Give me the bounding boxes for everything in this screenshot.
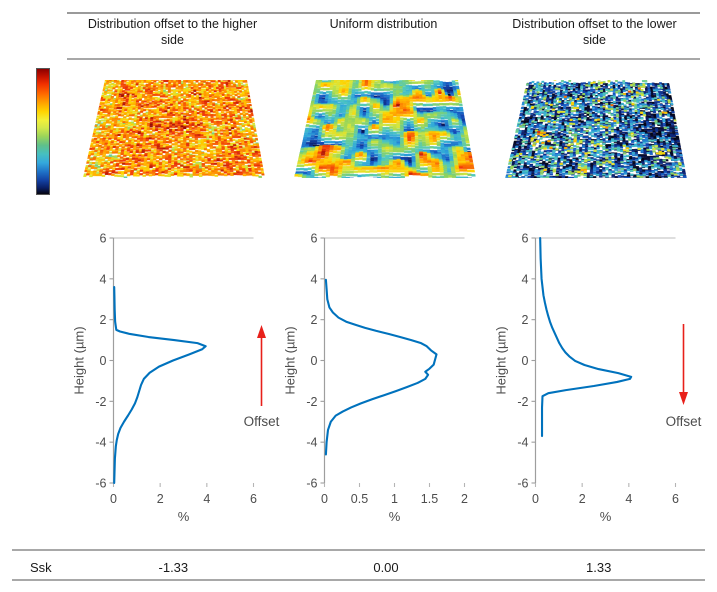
surface-cell-uniform xyxy=(278,62,489,202)
column-header-uniform-label: Uniform distribution xyxy=(329,17,438,31)
surface-plot-row xyxy=(67,62,700,202)
column-header-higher-label: Distribution offset to the higher side xyxy=(87,17,258,47)
figure-root: Distribution offset to the higher side U… xyxy=(0,0,717,592)
surface-uniform xyxy=(293,80,476,178)
ssk-row: Ssk -1.33 0.00 1.33 xyxy=(12,552,705,582)
chart-height-distribution-lower: -6-4-202460 2 4 6%Height (µm)Offset xyxy=(493,232,701,525)
surface-cell-higher xyxy=(67,62,278,202)
footer-bottom-rule xyxy=(12,579,705,581)
footer-top-rule xyxy=(12,549,705,551)
chart-cell-lower: -6 -4 -2 0 2 4 6 0 2 4 6% Height (µm) Offset xyxy=(489,228,701,528)
chart-height-distribution-higher: -6-4-202460 2 4 6%Height (µm)Offset xyxy=(71,232,279,525)
surface-higher-side xyxy=(82,80,265,178)
ssk-value-cells: -1.33 0.00 1.33 xyxy=(67,560,705,575)
chart-cell-uniform: -6 -4 -2 0 2 4 6 0 0.5 1 1.5 2% Height (µm) xyxy=(278,228,489,528)
ssk-value-higher: -1.33 xyxy=(158,559,189,575)
chart-row: -6 -4 -2 0 2 4 6 0 2 4 6% Height (µm) Offset -6 -4 -2 0… xyxy=(67,228,701,528)
chart-cell-higher: -6 -4 -2 0 2 4 6 0 2 4 6% Height (µm) Offset xyxy=(67,228,279,528)
ssk-value-uniform: 0.00 xyxy=(373,559,399,575)
surface-lower-side xyxy=(504,80,687,178)
column-header-lower: Distribution offset to the lower side xyxy=(489,14,700,58)
height-colorbar xyxy=(36,68,50,195)
column-header-row: Distribution offset to the higher side U… xyxy=(67,14,700,58)
column-header-lower-label: Distribution offset to the lower side xyxy=(512,17,677,47)
surface-cell-lower xyxy=(489,62,700,202)
ssk-value-lower: 1.33 xyxy=(586,559,612,575)
ssk-parameter-label: Ssk xyxy=(30,559,52,575)
column-header-higher: Distribution offset to the higher side xyxy=(67,14,278,58)
chart-height-distribution-uniform: -6-4-202460 0.5 1 1.5 2%Height (µm) xyxy=(282,232,468,525)
header-bottom-rule xyxy=(67,58,700,60)
column-header-uniform: Uniform distribution xyxy=(278,14,489,58)
